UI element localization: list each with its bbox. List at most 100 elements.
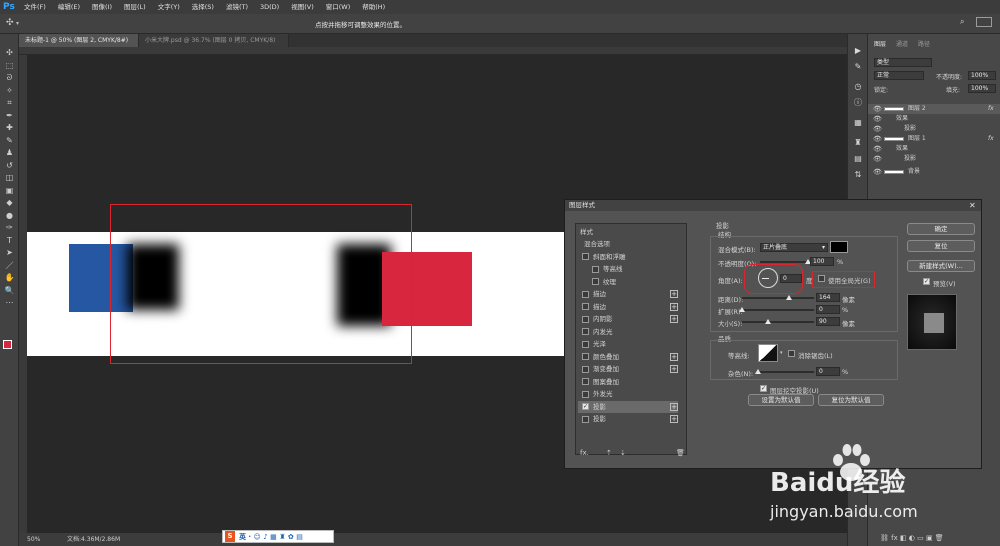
blend-mode-select[interactable]: 正常 [874,71,924,80]
swatch-icon[interactable]: ▤ [852,154,864,164]
path-select-icon[interactable]: ➤ [3,248,16,257]
style-checkbox[interactable] [582,290,589,298]
antialias-checkbox[interactable] [788,350,795,357]
add-style-icon[interactable]: + [670,290,678,298]
fx-badge[interactable]: fx [988,104,994,114]
reset-default-button[interactable]: 复位为默认值 [818,394,884,406]
style-item[interactable]: 颜色叠加 + [578,351,678,363]
distance-field[interactable]: 164 [816,293,840,302]
layer-filter[interactable]: 类型 [874,58,932,67]
noise-slider-thumb[interactable] [755,369,761,374]
workspace-icon[interactable] [976,17,992,27]
knockout-checkbox[interactable]: ✓ [760,385,767,392]
size-slider-thumb[interactable] [764,319,771,324]
add-style-icon[interactable]: + [670,365,678,373]
layer-row[interactable]: 👁 投影 [868,154,1000,164]
menu-item[interactable]: 选择(S) [186,0,220,14]
clone-icon[interactable]: ♜ [852,138,864,148]
style-checkbox[interactable] [582,378,589,385]
menu-item[interactable]: 图像(I) [86,0,118,14]
menu-item[interactable]: 3D(D) [254,0,285,14]
visibility-eye-icon[interactable]: 👁 [873,114,882,124]
layer-row[interactable]: 👁 背景 [868,167,1000,177]
eraser-icon[interactable]: ◫ [3,173,16,182]
ime-toolbar[interactable]: S 英 · ☺ ♪ ▦ ♜ ✿ ▤ [222,530,334,543]
add-style-icon[interactable]: + [670,402,678,411]
opacity-slider[interactable] [760,259,811,264]
menu-item[interactable]: 窗口(W) [320,0,357,14]
hand-icon[interactable]: ✋ [3,273,16,282]
history-brush-icon[interactable]: ↺ [3,161,16,170]
style-item[interactable]: 光泽 [578,338,678,350]
dodge-icon[interactable]: ● [3,211,16,220]
more-icon[interactable]: ⋯ [3,298,16,307]
style-item[interactable]: 投影 + [578,413,678,425]
style-checkbox[interactable] [582,365,589,373]
reset-button[interactable]: 复位 [907,240,975,252]
menu-item[interactable]: 帮助(H) [356,0,391,14]
visibility-eye-icon[interactable]: 👁 [873,144,882,154]
move-down-icon[interactable]: ⇣ [620,449,626,457]
style-item[interactable]: 纹理 [578,276,678,288]
eyedropper-icon[interactable]: ✒ [3,111,16,120]
type-icon[interactable]: T [3,236,16,245]
style-checkbox[interactable] [582,315,589,323]
style-item[interactable]: 混合选项 [578,238,678,250]
menu-item[interactable]: 编辑(E) [52,0,86,14]
pen-icon[interactable]: ✑ [3,223,16,232]
magic-wand-icon[interactable]: ✧ [3,86,16,95]
shadow-color-swatch[interactable] [830,241,848,253]
zoom-level[interactable]: 50% [27,533,40,546]
style-item[interactable]: 描边 + [578,288,678,300]
grid-icon[interactable]: ▦ [852,118,864,128]
visibility-eye-icon[interactable]: 👁 [873,124,882,134]
zoom-icon[interactable]: 🔍 [3,286,16,295]
make-default-button[interactable]: 设置为默认值 [748,394,814,406]
style-checkbox[interactable] [592,265,599,273]
crop-icon[interactable]: ⌗ [3,98,16,107]
contour-preview[interactable] [758,344,778,362]
menu-item[interactable]: 视图(V) [285,0,320,14]
layer-row[interactable]: 👁 投影 [868,124,1000,134]
layer-row[interactable]: 👁 效果 [868,114,1000,124]
style-item[interactable]: 渐变叠加 + [578,363,678,375]
fx-badge[interactable]: fx [988,134,994,144]
marquee-icon[interactable]: ⬚ [3,61,16,70]
lasso-icon[interactable]: ᘐ [3,73,16,82]
adjust-icon[interactable]: ⇅ [852,170,864,180]
brush-icon[interactable]: ✎ [852,62,864,72]
style-item[interactable]: 描边 + [578,301,678,313]
style-item[interactable]: ✓ 投影 + [578,400,678,413]
move-up-icon[interactable]: ⇡ [606,449,612,457]
menu-item[interactable]: 文字(Y) [152,0,186,14]
style-checkbox[interactable] [582,303,589,310]
style-item[interactable]: 内阴影 + [578,313,678,325]
size-slider[interactable] [742,319,814,324]
menu-item[interactable]: 文件(F) [18,0,52,14]
style-item[interactable]: 等高线 [578,263,678,275]
add-style-icon[interactable]: + [670,352,678,361]
noise-slider[interactable] [755,369,814,374]
distance-slider[interactable] [742,295,814,300]
fx-menu[interactable]: fx. [580,449,589,457]
style-checkbox[interactable] [592,278,599,285]
history-icon[interactable]: ◷ [852,82,864,92]
spread-slider[interactable] [739,307,814,312]
info-icon[interactable]: ⓘ [852,98,864,108]
visibility-eye-icon[interactable]: 👁 [873,104,882,114]
style-checkbox[interactable] [582,353,589,360]
gradient-icon[interactable]: ▣ [3,186,16,195]
close-icon[interactable]: ✕ [969,201,976,210]
add-style-icon[interactable]: + [670,302,678,311]
size-field[interactable]: 90 [816,317,840,326]
layer-row[interactable]: 👁 效果 [868,144,1000,154]
tab-xiaomi[interactable]: 小米大牌.psd @ 36.7% (图层 0 拷贝, CMYK/8) [139,34,289,47]
style-item[interactable]: 外发光 [578,388,678,400]
fill-field[interactable]: 100% [968,84,996,93]
brush-icon[interactable]: ✎ [3,136,16,145]
style-checkbox[interactable] [582,340,589,348]
tab-untitled[interactable]: 未标题-1 @ 50% (图层 2, CMYK/8#) * [19,34,139,57]
layer-row[interactable]: 👁 图层 2 fx [868,104,1000,114]
tab-paths[interactable]: 路径 [918,39,930,48]
new-style-button[interactable]: 新建样式(W)... [907,260,975,272]
